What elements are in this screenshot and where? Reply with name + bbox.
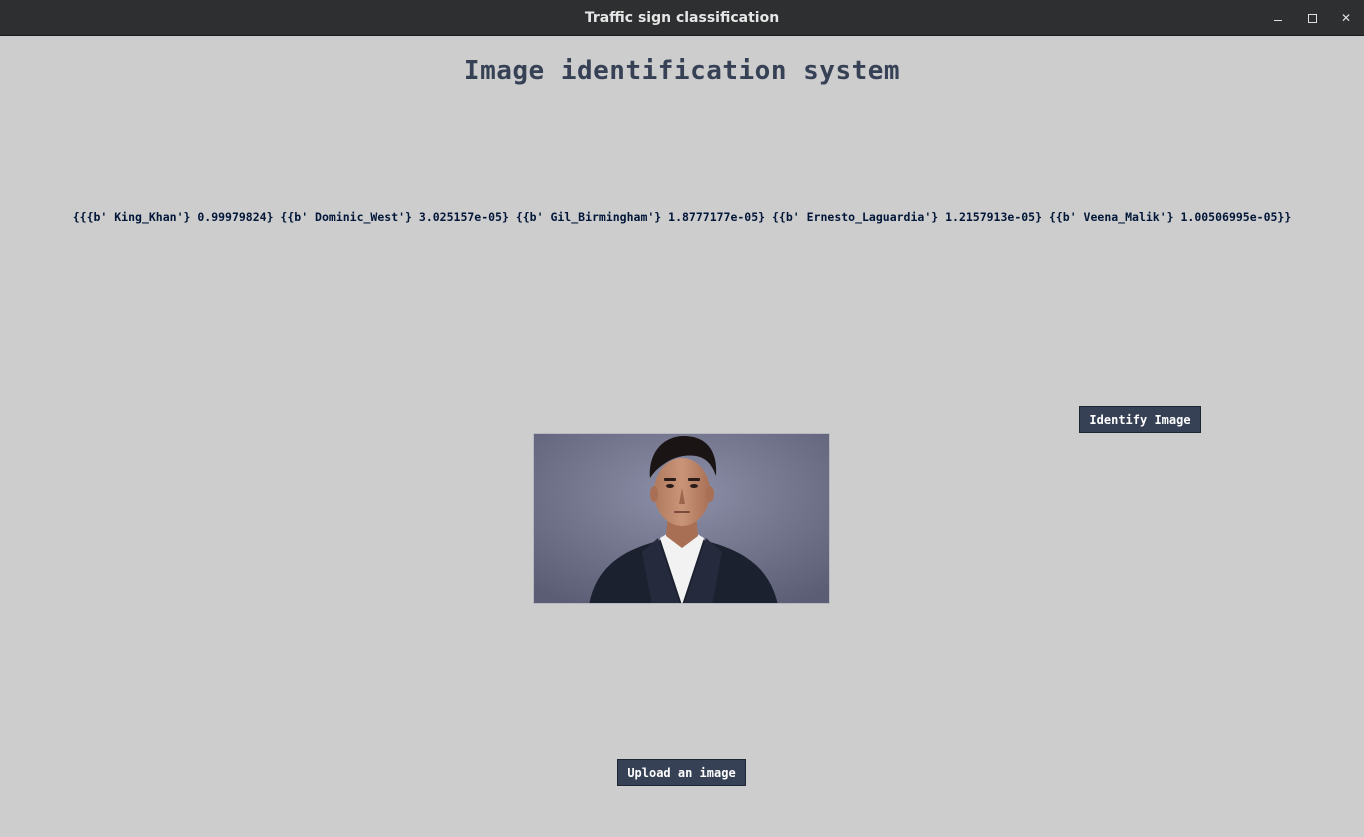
page-title: Image identification system (463, 56, 901, 86)
upload-image-button[interactable]: Upload an image (617, 759, 746, 786)
prediction-result: {{{b' King_Khan'} 0.99979824} {{b' Domin… (72, 210, 1292, 224)
minimize-icon[interactable] (1268, 8, 1288, 28)
app-window: Traffic sign classification ✕ Image iden… (0, 0, 1364, 837)
identify-image-button[interactable]: Identify Image (1079, 406, 1201, 433)
close-icon[interactable]: ✕ (1336, 8, 1356, 28)
maximize-icon[interactable] (1302, 8, 1322, 28)
title-bar[interactable]: Traffic sign classification ✕ (0, 0, 1364, 36)
uploaded-image-preview (533, 433, 830, 604)
window-title: Traffic sign classification (584, 10, 780, 26)
